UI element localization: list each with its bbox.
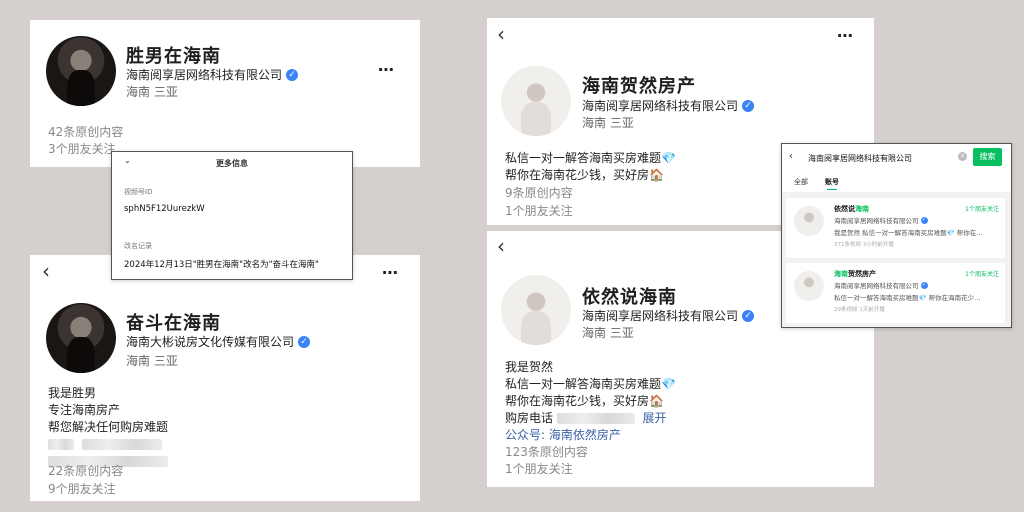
bio-line: 我是胜男 [48,386,97,400]
posts-count: 123条原创内容 [505,445,588,459]
result-name: 海南贺然房产 [834,270,876,278]
verified-icon: ✓ [286,68,299,81]
result-company: 海南阅享居网络科技有限公司 ✓ [834,281,928,290]
verified-icon: ✓ [920,281,928,289]
profile-card-fendou: ‹ ⋯ 奋斗在海南 海南大彬说房文化传媒有限公司 ✓ 海南 三亚 我是胜男 专注… [30,255,420,501]
friends-follow[interactable]: 1个朋友关注 [505,202,573,219]
friends-follow[interactable]: 9个朋友关注 [48,480,116,497]
verified-icon: ✓ [298,335,311,348]
bio-line: 帮你在海南花少钱，买好房🏠 [505,168,664,182]
back-icon[interactable]: ‹ [497,22,505,46]
bio-line: 我是贺然 [505,360,554,374]
tab-accounts[interactable]: 账号 [825,177,839,190]
list-item[interactable]: 海南贺然房产 1个朋友关注 海南阅享居网络科技有限公司 ✓ 私信一对一解答海南买房… [786,263,1005,323]
company-label: 海南阅享居网络科技有限公司 [582,309,739,323]
blurred-text [48,436,168,453]
bio-line: 购房电话 展开 [505,410,676,427]
location: 海南 三亚 [582,116,634,130]
friend-follow-badge: 1个朋友关注 [965,271,999,278]
verified-icon: ✓ [742,309,755,322]
posts-count: 42条原创内容 [48,125,124,139]
friends-follow[interactable]: 3个朋友关注 [48,140,116,157]
bio-line: 专注海南房产 [48,403,121,417]
bio-line: 私信一对一解答海南买房难题💎 [505,377,676,391]
public-account-link[interactable]: 公众号: 海南依然房产 [505,427,676,444]
avatar [794,271,824,301]
list-item[interactable]: 依然说海南 1个朋友关注 海南阅享居网络科技有限公司 ✓ 我是贺然 私信一对一解答… [786,198,1005,258]
verified-icon: ✓ [920,216,928,224]
friend-follow-badge: 1个朋友关注 [965,206,999,213]
id-value: sphN5F12UurezkW [124,204,205,214]
rename-value: 2024年12月13日"胜男在海南"改名为"奋斗在海南" [124,260,319,270]
back-icon[interactable]: ‹ [497,234,505,258]
search-popup: ‹ 海南阅享居网络科技有限公司 × 搜索 全部 账号 依然说海南 1个朋友关注 … [781,143,1012,328]
back-icon[interactable]: ‹ [42,259,50,283]
posts-count: 9条原创内容 [505,186,573,200]
more-icon[interactable]: ⋯ [378,60,395,79]
bio: 我是胜男 专注海南房产 帮您解决任何购房难题 [48,385,168,470]
result-name: 依然说海南 [834,205,869,213]
posts-count: 22条原创内容 [48,464,124,478]
result-desc: 私信一对一解答海南买房难题💎 帮你在海南花少… [834,294,981,302]
bio: 我是贺然 私信一对一解答海南买房难题💎 帮你在海南花少钱，买好房🏠 购房电话 展… [505,359,676,444]
more-icon[interactable]: ⋯ [837,26,854,45]
avatar[interactable] [501,275,571,345]
profile-name: 依然说海南 [582,287,677,308]
company-label: 海南大彬说房文化传媒有限公司 [126,335,295,349]
result-company: 海南阅享居网络科技有限公司 ✓ [834,216,928,225]
company-name: 海南大彬说房文化传媒有限公司 ✓ [126,333,311,350]
profile-name: 胜男在海南 [126,46,221,67]
bio-line: 帮你在海南花少钱，买好房🏠 [505,394,664,408]
bio-line: 私信一对一解答海南买房难题💎 [505,151,676,165]
rename-label: 改名记录 [124,242,152,250]
location: 海南 三亚 [582,326,634,340]
tab-all[interactable]: 全部 [794,177,808,187]
blurred-phone [556,413,635,424]
result-meta: 371条视频 3小时前开播 [834,242,894,248]
company-name: 海南阅享居网络科技有限公司 ✓ [582,307,755,324]
avatar[interactable] [46,303,116,373]
avatar[interactable] [46,36,116,106]
company-label: 海南阅享居网络科技有限公司 [126,68,283,82]
search-input[interactable]: 海南阅享居网络科技有限公司 [808,153,912,164]
search-button[interactable]: 搜索 [973,148,1002,166]
expand-link[interactable]: 展开 [642,411,666,425]
popup-title: 更多信息 [216,159,248,168]
avatar[interactable] [501,66,571,136]
profile-card-shengnan: 胜男在海南 海南阅享居网络科技有限公司 ✓ 海南 三亚 ⋯ 42条原创内容 3个… [30,20,420,167]
id-label: 视频号ID [124,188,153,196]
clear-icon[interactable]: × [958,152,967,161]
more-icon[interactable]: ⋯ [382,263,399,282]
phone-label: 购房电话 [505,411,554,425]
location: 海南 三亚 [126,85,178,99]
profile-name: 海南贺然房产 [582,76,696,97]
result-meta: 29条视频 1天前开播 [834,307,885,313]
company-name: 海南阅享居网络科技有限公司 ✓ [582,97,755,114]
verified-icon: ✓ [742,99,755,112]
results-list: 依然说海南 1个朋友关注 海南阅享居网络科技有限公司 ✓ 我是贺然 私信一对一解答… [782,192,1011,327]
result-desc: 我是贺然 私信一对一解答海南买房难题💎 帮你在… [834,229,983,237]
friends-follow[interactable]: 1个朋友关注 [505,460,573,477]
avatar [794,206,824,236]
company-name: 海南阅享居网络科技有限公司 ✓ [126,66,299,83]
company-label: 海南阅享居网络科技有限公司 [582,99,739,113]
profile-name: 奋斗在海南 [126,313,221,334]
back-icon[interactable]: ‹ [789,151,793,162]
location: 海南 三亚 [126,354,178,368]
more-info-popup: ⌄ 更多信息 视频号ID sphN5F12UurezkW 改名记录 2024年1… [111,151,353,280]
bio-line: 帮您解决任何购房难题 [48,420,169,434]
bio: 私信一对一解答海南买房难题💎 帮你在海南花少钱，买好房🏠 [505,150,676,184]
